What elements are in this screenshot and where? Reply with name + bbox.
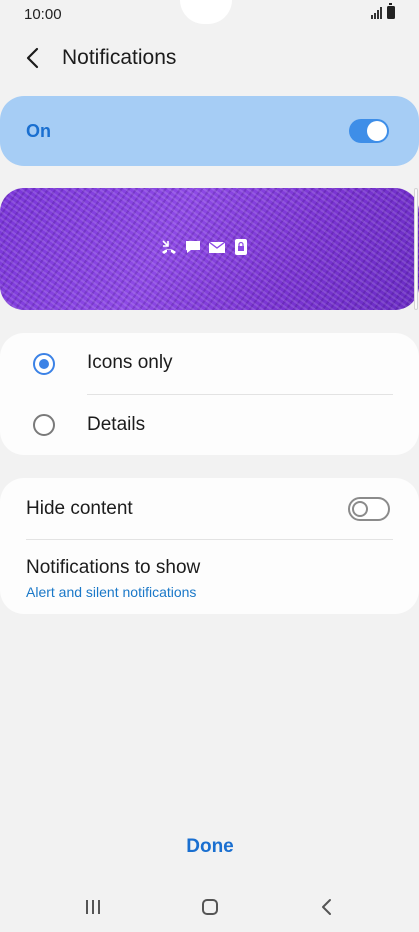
option-label: Details	[87, 414, 146, 435]
notifications-to-show-value: Alert and silent notifications	[26, 584, 197, 600]
master-toggle-switch[interactable]	[349, 119, 389, 143]
radio-details[interactable]	[33, 414, 55, 436]
app-header: Notifications	[0, 36, 419, 80]
preview-edge	[414, 188, 418, 310]
radio-icons-only[interactable]	[33, 353, 55, 375]
option-icons-only[interactable]: Icons only	[0, 333, 419, 394]
notifications-to-show-row[interactable]: Notifications to show Alert and silent n…	[0, 540, 419, 612]
done-button[interactable]: Done	[160, 836, 260, 864]
recent-apps-button[interactable]	[78, 892, 108, 922]
message-icon	[186, 241, 200, 253]
display-style-card: Icons only Details	[0, 333, 419, 455]
lock-icon	[235, 239, 247, 255]
signal-icon	[371, 7, 382, 19]
email-icon	[208, 241, 226, 253]
status-icons	[371, 3, 395, 19]
navigation-bar	[0, 886, 419, 926]
master-toggle-label: On	[26, 121, 51, 141]
page-title: Notifications	[62, 46, 177, 69]
recent-apps-icon	[86, 900, 100, 914]
option-label: Icons only	[87, 352, 173, 373]
nav-back-button[interactable]	[312, 892, 342, 922]
hide-content-switch[interactable]	[348, 497, 390, 521]
preview-icons	[160, 238, 250, 256]
back-arrow-icon	[26, 47, 39, 69]
status-time: 10:00	[24, 6, 62, 23]
notifications-to-show-label: Notifications to show	[26, 557, 201, 578]
battery-icon	[387, 3, 395, 19]
home-button[interactable]	[195, 892, 225, 922]
missed-call-icon	[162, 240, 176, 254]
switch-knob	[352, 501, 368, 517]
hide-content-label: Hide content	[26, 498, 133, 519]
status-bar: 10:00	[0, 0, 419, 28]
camera-notch	[180, 0, 232, 24]
home-icon	[202, 899, 218, 915]
option-details[interactable]: Details	[0, 394, 419, 455]
back-icon	[322, 899, 331, 915]
switch-knob	[367, 121, 387, 141]
back-button[interactable]	[20, 44, 48, 72]
